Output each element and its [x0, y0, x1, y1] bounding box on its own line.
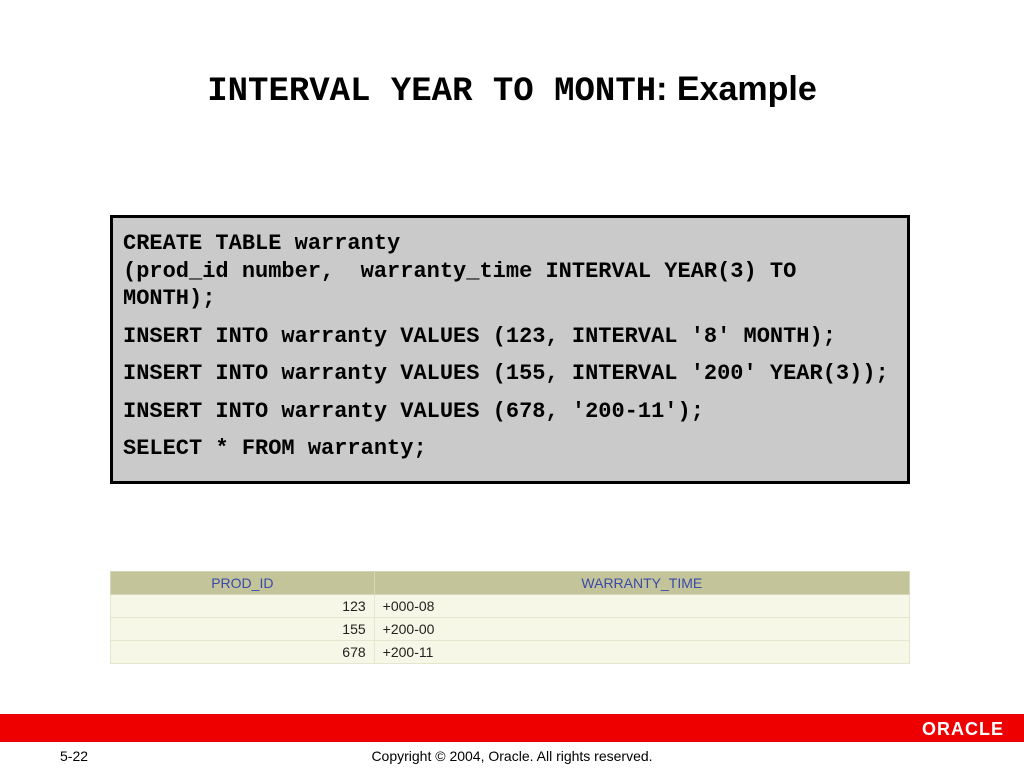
slide: INTERVAL YEAR TO MONTH: Example CREATE T…: [0, 0, 1024, 768]
title-code-part: INTERVAL YEAR TO MONTH: [207, 73, 656, 111]
sql-code-box: CREATE TABLE warranty (prod_id number, w…: [110, 215, 910, 484]
footer-red-bar: [0, 714, 1024, 742]
table-header-row: PROD_ID WARRANTY_TIME: [111, 572, 910, 595]
query-result-table: PROD_ID WARRANTY_TIME 123 +000-08 155 +2…: [110, 571, 910, 664]
cell-prod-id: 155: [111, 618, 375, 641]
page-number: 5-22: [60, 748, 88, 764]
cell-warranty-time: +200-00: [374, 618, 909, 641]
sql-line: CREATE TABLE warranty (prod_id number, w…: [123, 230, 897, 313]
table-row: 123 +000-08: [111, 595, 910, 618]
sql-line: INSERT INTO warranty VALUES (155, INTERV…: [123, 360, 897, 388]
oracle-logo: ORACLE: [922, 719, 1004, 740]
table-row: 678 +200-11: [111, 641, 910, 664]
cell-prod-id: 123: [111, 595, 375, 618]
col-header-warranty-time: WARRANTY_TIME: [374, 572, 909, 595]
title-rest: : Example: [656, 70, 817, 108]
sql-line: SELECT * FROM warranty;: [123, 435, 897, 463]
slide-title: INTERVAL YEAR TO MONTH: Example: [0, 70, 1024, 111]
copyright-text: Copyright © 2004, Oracle. All rights res…: [0, 748, 1024, 764]
cell-prod-id: 678: [111, 641, 375, 664]
cell-warranty-time: +200-11: [374, 641, 909, 664]
col-header-prod-id: PROD_ID: [111, 572, 375, 595]
cell-warranty-time: +000-08: [374, 595, 909, 618]
sql-line: INSERT INTO warranty VALUES (678, '200-1…: [123, 398, 897, 426]
sql-line: INSERT INTO warranty VALUES (123, INTERV…: [123, 323, 897, 351]
table-row: 155 +200-00: [111, 618, 910, 641]
